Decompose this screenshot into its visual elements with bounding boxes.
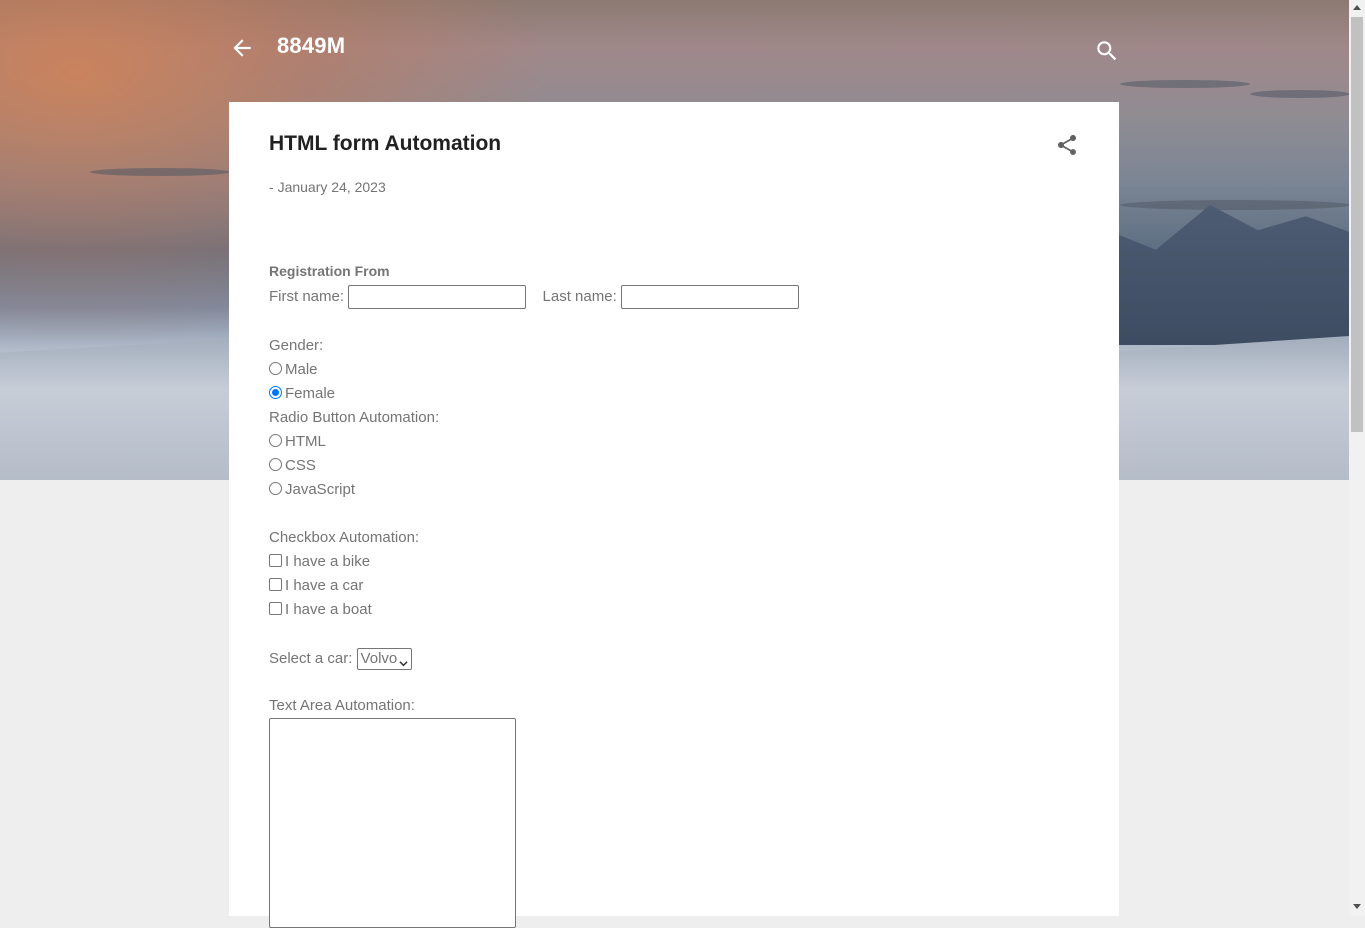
css-label: CSS xyxy=(285,457,316,474)
vertical-scrollbar[interactable] xyxy=(1349,0,1365,916)
gender-option-female[interactable]: Female xyxy=(269,385,335,402)
radio-automation-label: Radio Button Automation: xyxy=(269,409,440,426)
female-radio[interactable] xyxy=(269,386,282,399)
male-radio[interactable] xyxy=(269,362,282,375)
scrollbar-thumb[interactable] xyxy=(1351,17,1363,432)
last-name-input[interactable] xyxy=(620,285,799,309)
radio-option-javascript[interactable]: JavaScript xyxy=(269,481,355,498)
javascript-radio[interactable] xyxy=(269,482,282,495)
form-heading: Registration From xyxy=(269,263,390,279)
share-icon[interactable] xyxy=(1055,133,1079,157)
radio-option-html[interactable]: HTML xyxy=(269,433,326,450)
male-label: Male xyxy=(285,361,318,378)
bike-label: I have a bike xyxy=(285,553,371,570)
radio-option-css[interactable]: CSS xyxy=(269,457,316,474)
car-select-value: Volvo xyxy=(360,650,398,667)
html-radio[interactable] xyxy=(269,434,282,447)
first-name-label: First name: xyxy=(269,287,345,305)
post-card: HTML form Automation - January 24, 2023 … xyxy=(229,102,1119,928)
chevron-down-icon xyxy=(399,655,408,666)
last-name-label: Last name: xyxy=(542,287,617,305)
gender-label: Gender: xyxy=(269,337,324,354)
javascript-label: JavaScript xyxy=(285,481,356,498)
search-icon[interactable] xyxy=(1094,38,1120,64)
first-name-input[interactable] xyxy=(348,285,527,309)
female-label: Female xyxy=(285,385,336,402)
boat-checkbox[interactable] xyxy=(269,602,282,615)
select-car-label: Select a car: xyxy=(269,649,353,667)
html-label: HTML xyxy=(285,433,326,450)
select-row: Select a car: Volvo xyxy=(269,648,413,670)
car-label: I have a car xyxy=(285,577,364,594)
car-select[interactable]: Volvo xyxy=(356,648,413,670)
name-row: First name: Last name: xyxy=(269,285,799,309)
post-title: HTML form Automation xyxy=(269,132,502,155)
site-title[interactable]: 8849M xyxy=(277,33,345,59)
back-arrow-icon[interactable] xyxy=(229,34,255,62)
cloud xyxy=(90,168,230,176)
checkbox-option-boat[interactable]: I have a boat xyxy=(269,601,372,618)
textarea-label: Text Area Automation: xyxy=(269,697,415,714)
gender-option-male[interactable]: Male xyxy=(269,361,318,378)
checkbox-option-bike[interactable]: I have a bike xyxy=(269,553,370,570)
css-radio[interactable] xyxy=(269,458,282,471)
checkbox-automation-label: Checkbox Automation: xyxy=(269,529,420,546)
scroll-up-arrow-icon[interactable] xyxy=(1353,5,1361,10)
checkbox-option-car[interactable]: I have a car xyxy=(269,577,363,594)
bike-checkbox[interactable] xyxy=(269,554,282,567)
cloud xyxy=(1120,200,1349,210)
car-checkbox[interactable] xyxy=(269,578,282,591)
boat-label: I have a boat xyxy=(285,601,372,618)
post-date: - January 24, 2023 xyxy=(269,179,386,195)
cloud xyxy=(1250,90,1349,98)
date-prefix: - xyxy=(269,179,278,195)
scroll-down-arrow-icon[interactable] xyxy=(1353,904,1361,909)
post-date-link[interactable]: January 24, 2023 xyxy=(278,179,386,195)
cloud xyxy=(1120,80,1250,88)
text-area[interactable] xyxy=(269,718,516,928)
